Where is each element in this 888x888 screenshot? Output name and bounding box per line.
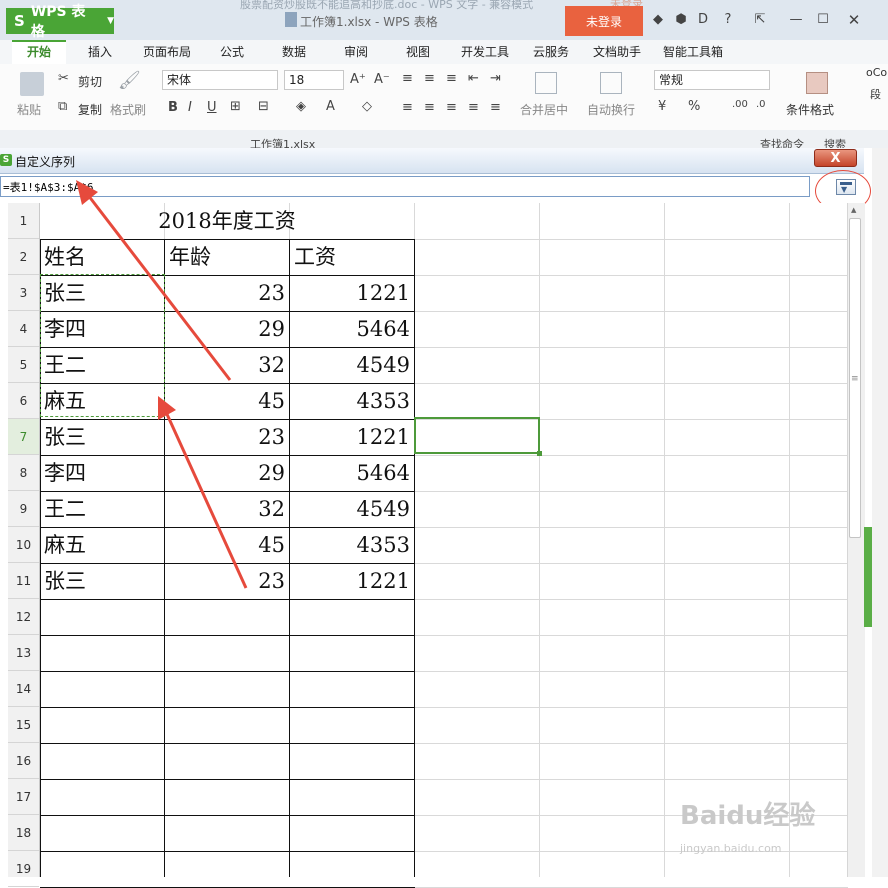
watermark-logo: Baidu经验 bbox=[680, 801, 816, 831]
annotation-arrows bbox=[76, 180, 248, 589]
watermark-url: jingyan.baidu.com bbox=[680, 842, 782, 855]
arrowhead-up-left bbox=[76, 180, 98, 205]
arrow-to-input bbox=[86, 194, 232, 381]
arrow-to-selection bbox=[164, 411, 248, 589]
